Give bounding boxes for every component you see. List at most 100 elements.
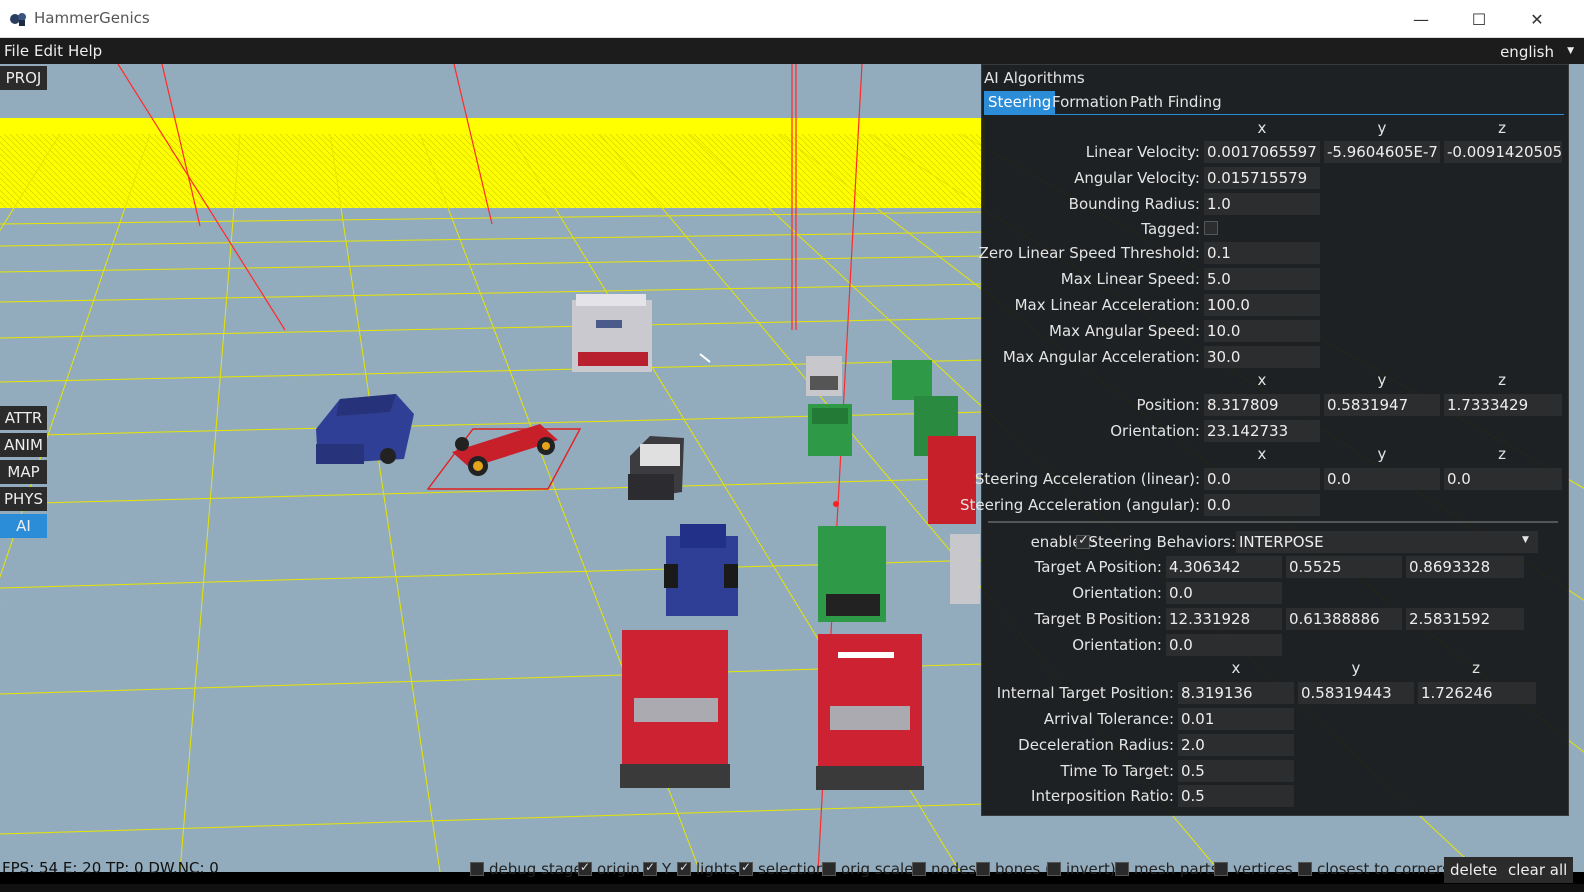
tagged-checkbox[interactable] xyxy=(1204,221,1218,235)
steering-behaviors-dropdown-icon[interactable]: ▼ xyxy=(1522,535,1529,545)
tab-path-finding[interactable]: Path Finding xyxy=(1126,91,1226,115)
language-dropdown-icon[interactable]: ▼ xyxy=(1567,46,1574,56)
toggle-label: debug stage xyxy=(489,860,583,878)
ai-button[interactable]: AI xyxy=(0,514,47,538)
checkbox-origin[interactable] xyxy=(578,860,592,876)
target-a-orientation-label: Orientation: xyxy=(1072,584,1162,602)
deceleration-radius-field[interactable]: 2.0 xyxy=(1178,734,1294,756)
checkbox-invert[interactable] xyxy=(1047,862,1061,876)
steering-acceleration-linear-z-field[interactable]: 0.0 xyxy=(1444,468,1562,490)
delete-button[interactable]: delete xyxy=(1444,857,1504,883)
position-z-field[interactable]: 1.7333429 xyxy=(1444,394,1562,416)
tagged-label: Tagged: xyxy=(1141,220,1200,238)
toggle-nodes[interactable]: nodes xyxy=(912,860,976,878)
tab-steering[interactable]: Steering xyxy=(984,91,1056,115)
checkbox-y[interactable] xyxy=(643,860,657,876)
linear-velocity-y-field[interactable]: -5.9604605E-7 xyxy=(1324,141,1440,163)
toggle-label: mesh parts xyxy=(1134,860,1219,878)
angular-velocity-label: Angular Velocity: xyxy=(1074,169,1200,187)
toggle-y[interactable]: Y xyxy=(643,860,671,878)
steering-behaviors-select[interactable]: INTERPOSE xyxy=(1236,531,1538,553)
language-select[interactable]: english xyxy=(1500,43,1554,61)
minimize-button[interactable]: — xyxy=(1392,0,1450,38)
checkbox-closest-to-corners[interactable] xyxy=(1298,862,1312,876)
internal-target-position-x-field[interactable]: 8.319136 xyxy=(1178,682,1294,704)
checkbox-lights[interactable] xyxy=(677,860,691,876)
attr-button[interactable]: ATTR xyxy=(0,406,47,430)
toggle-closest-to-corners[interactable]: closest to corners) xyxy=(1298,860,1456,878)
arrival-tolerance-field[interactable]: 0.01 xyxy=(1178,708,1294,730)
toggle-label: invert) xyxy=(1066,860,1116,878)
internal-target-position-y-field[interactable]: 0.58319443 xyxy=(1298,682,1414,704)
toggle-label: nodes xyxy=(931,860,977,878)
position-y-field[interactable]: 0.5831947 xyxy=(1324,394,1440,416)
target-b-orientation-field[interactable]: 0.0 xyxy=(1166,634,1282,656)
clear-all-button[interactable]: clear all xyxy=(1502,857,1574,883)
target-a-orientation-field[interactable]: 0.0 xyxy=(1166,582,1282,604)
menu-edit[interactable]: Edit xyxy=(34,42,63,60)
target-a-position-z-field[interactable]: 0.8693328 xyxy=(1406,556,1524,578)
target-b-position-label: Position: xyxy=(1098,610,1162,628)
maximize-button[interactable]: ☐ xyxy=(1450,0,1508,38)
orientation-field[interactable]: 23.142733 xyxy=(1204,420,1320,442)
target-b-position-z-field[interactable]: 2.5831592 xyxy=(1406,608,1524,630)
toggle-orig-scale[interactable]: orig scale xyxy=(822,860,913,878)
toggle-lights[interactable]: lights xyxy=(677,860,737,878)
maximize-icon: ☐ xyxy=(1471,9,1487,29)
steering-acceleration-angular-label: Steering Acceleration (angular): xyxy=(960,496,1200,514)
checkbox-orig-scale[interactable] xyxy=(822,862,836,876)
max-linear-speed-field[interactable]: 5.0 xyxy=(1204,268,1320,290)
max-angular-speed-field[interactable]: 10.0 xyxy=(1204,320,1320,342)
linear-velocity-x-field[interactable]: 0.0017065597 xyxy=(1204,141,1320,163)
max-angular-acceleration-field[interactable]: 30.0 xyxy=(1204,346,1320,368)
zero-linear-speed-threshold-label: Zero Linear Speed Threshold: xyxy=(978,244,1200,262)
toggle-selection[interactable]: selection xyxy=(739,860,825,878)
interposition-ratio-field[interactable]: 0.5 xyxy=(1178,785,1294,807)
max-linear-acceleration-field[interactable]: 100.0 xyxy=(1204,294,1320,316)
target-b-position-y-field[interactable]: 0.61388886 xyxy=(1286,608,1402,630)
steering-acceleration-linear-y-field[interactable]: 0.0 xyxy=(1324,468,1440,490)
tab-formation[interactable]: Formation xyxy=(1048,91,1132,115)
axis-y-label: y xyxy=(1377,445,1387,463)
target-a-position-y-field[interactable]: 0.5525 xyxy=(1286,556,1402,578)
menu-file[interactable]: File xyxy=(4,42,29,60)
toggle-bones[interactable]: bones ( xyxy=(976,860,1051,878)
steering-acceleration-linear-x-field[interactable]: 0.0 xyxy=(1204,468,1320,490)
max-angular-speed-label: Max Angular Speed: xyxy=(1049,322,1200,340)
bounding-radius-field[interactable]: 1.0 xyxy=(1204,193,1320,215)
time-to-target-label: Time To Target: xyxy=(1060,762,1175,780)
map-button[interactable]: MAP xyxy=(0,460,47,484)
time-to-target-field[interactable]: 0.5 xyxy=(1178,760,1294,782)
zero-linear-speed-threshold-field[interactable]: 0.1 xyxy=(1204,242,1320,264)
angular-velocity-field[interactable]: 0.015715579 xyxy=(1204,167,1320,189)
toggle-mesh-parts[interactable]: mesh parts xyxy=(1115,860,1219,878)
target-a-position-x-field[interactable]: 4.306342 xyxy=(1166,556,1282,578)
steering-acceleration-angular-field[interactable]: 0.0 xyxy=(1204,494,1320,516)
linear-velocity-z-field[interactable]: -0.0091420505 xyxy=(1444,141,1562,163)
checkbox-selection[interactable] xyxy=(739,860,753,876)
checkbox-nodes[interactable] xyxy=(912,862,926,876)
target-a-position-label: Position: xyxy=(1098,558,1162,576)
toggle-invert[interactable]: invert) xyxy=(1047,860,1116,878)
proj-button[interactable]: PROJ xyxy=(0,66,47,90)
arrival-tolerance-label: Arrival Tolerance: xyxy=(1043,710,1174,728)
axis-z-label: z xyxy=(1498,445,1506,463)
target-b-position-x-field[interactable]: 12.331928 xyxy=(1166,608,1282,630)
menu-help[interactable]: Help xyxy=(68,42,102,60)
checkbox-mesh-parts[interactable] xyxy=(1115,862,1129,876)
position-x-field[interactable]: 8.317809 xyxy=(1204,394,1320,416)
checkbox-vertices[interactable] xyxy=(1214,862,1228,876)
checkbox-bones[interactable] xyxy=(976,862,990,876)
toggle-origin[interactable]: origin xyxy=(578,860,640,878)
toggle-debug-stage[interactable]: debug stage xyxy=(470,860,583,878)
target-b-orientation-label: Orientation: xyxy=(1072,636,1162,654)
anim-button[interactable]: ANIM xyxy=(0,433,47,457)
ai-tabs: Steering Formation Path Finding xyxy=(984,91,1564,115)
internal-target-position-z-field[interactable]: 1.726246 xyxy=(1418,682,1536,704)
deceleration-radius-label: Deceleration Radius: xyxy=(1018,736,1174,754)
axis-y-label: y xyxy=(1351,659,1361,677)
toggle-vertices[interactable]: vertices ( xyxy=(1214,860,1303,878)
phys-button[interactable]: PHYS xyxy=(0,487,47,511)
checkbox-debug-stage[interactable] xyxy=(470,862,484,876)
close-button[interactable]: ✕ xyxy=(1508,0,1566,38)
